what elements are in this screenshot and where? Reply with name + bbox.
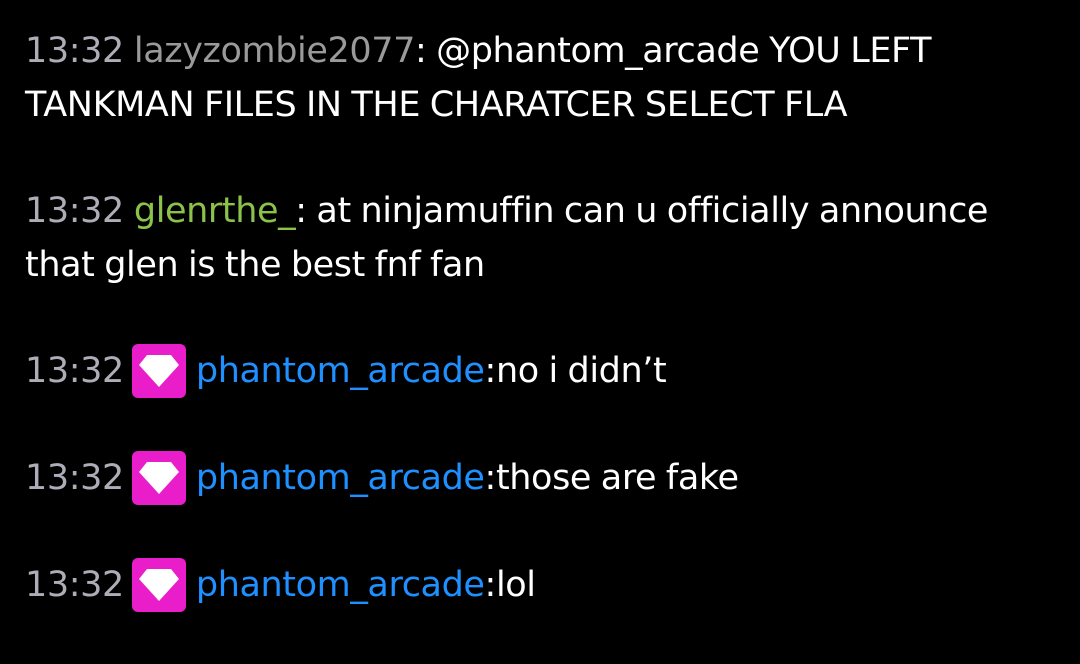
chat-message: 13:32 phantom_arcade: no i didn’t [25, 344, 1065, 398]
message-text: no i didn’t [495, 351, 667, 391]
name-separator: : [414, 31, 437, 71]
username[interactable]: lazyzombie2077 [134, 31, 415, 71]
message-timestamp: 13:32 [25, 565, 124, 605]
message-timestamp: 13:32 [25, 191, 124, 231]
username[interactable]: phantom_arcade [196, 451, 485, 505]
chat-message: 13:32 glenrthe_: at ninjamuffin can u off… [25, 184, 1065, 292]
message-timestamp: 13:32 [25, 458, 124, 498]
username[interactable]: phantom_arcade [196, 558, 485, 612]
message-timestamp: 13:32 [25, 31, 124, 71]
chat-message: 13:32 lazyzombie2077: @phantom_arcade YOU… [25, 24, 1065, 132]
name-separator: : [295, 191, 317, 231]
diamond-icon[interactable] [131, 344, 186, 398]
message-timestamp: 13:32 [25, 351, 124, 391]
name-separator: : [484, 351, 497, 391]
name-separator: : [484, 565, 497, 605]
message-text: those are fake [495, 458, 739, 498]
name-separator: : [484, 458, 497, 498]
username[interactable]: glenrthe_ [134, 191, 296, 231]
chat-message: 13:32 phantom_arcade: lol [25, 558, 1065, 612]
chat-message: 13:32 phantom_arcade: those are fake [25, 451, 1065, 505]
chat-log: 13:32 lazyzombie2077: @phantom_arcade YOU… [25, 24, 1065, 664]
diamond-icon[interactable] [131, 558, 186, 612]
username[interactable]: phantom_arcade [196, 344, 485, 398]
diamond-icon[interactable] [131, 451, 186, 505]
message-text: lol [495, 565, 536, 605]
